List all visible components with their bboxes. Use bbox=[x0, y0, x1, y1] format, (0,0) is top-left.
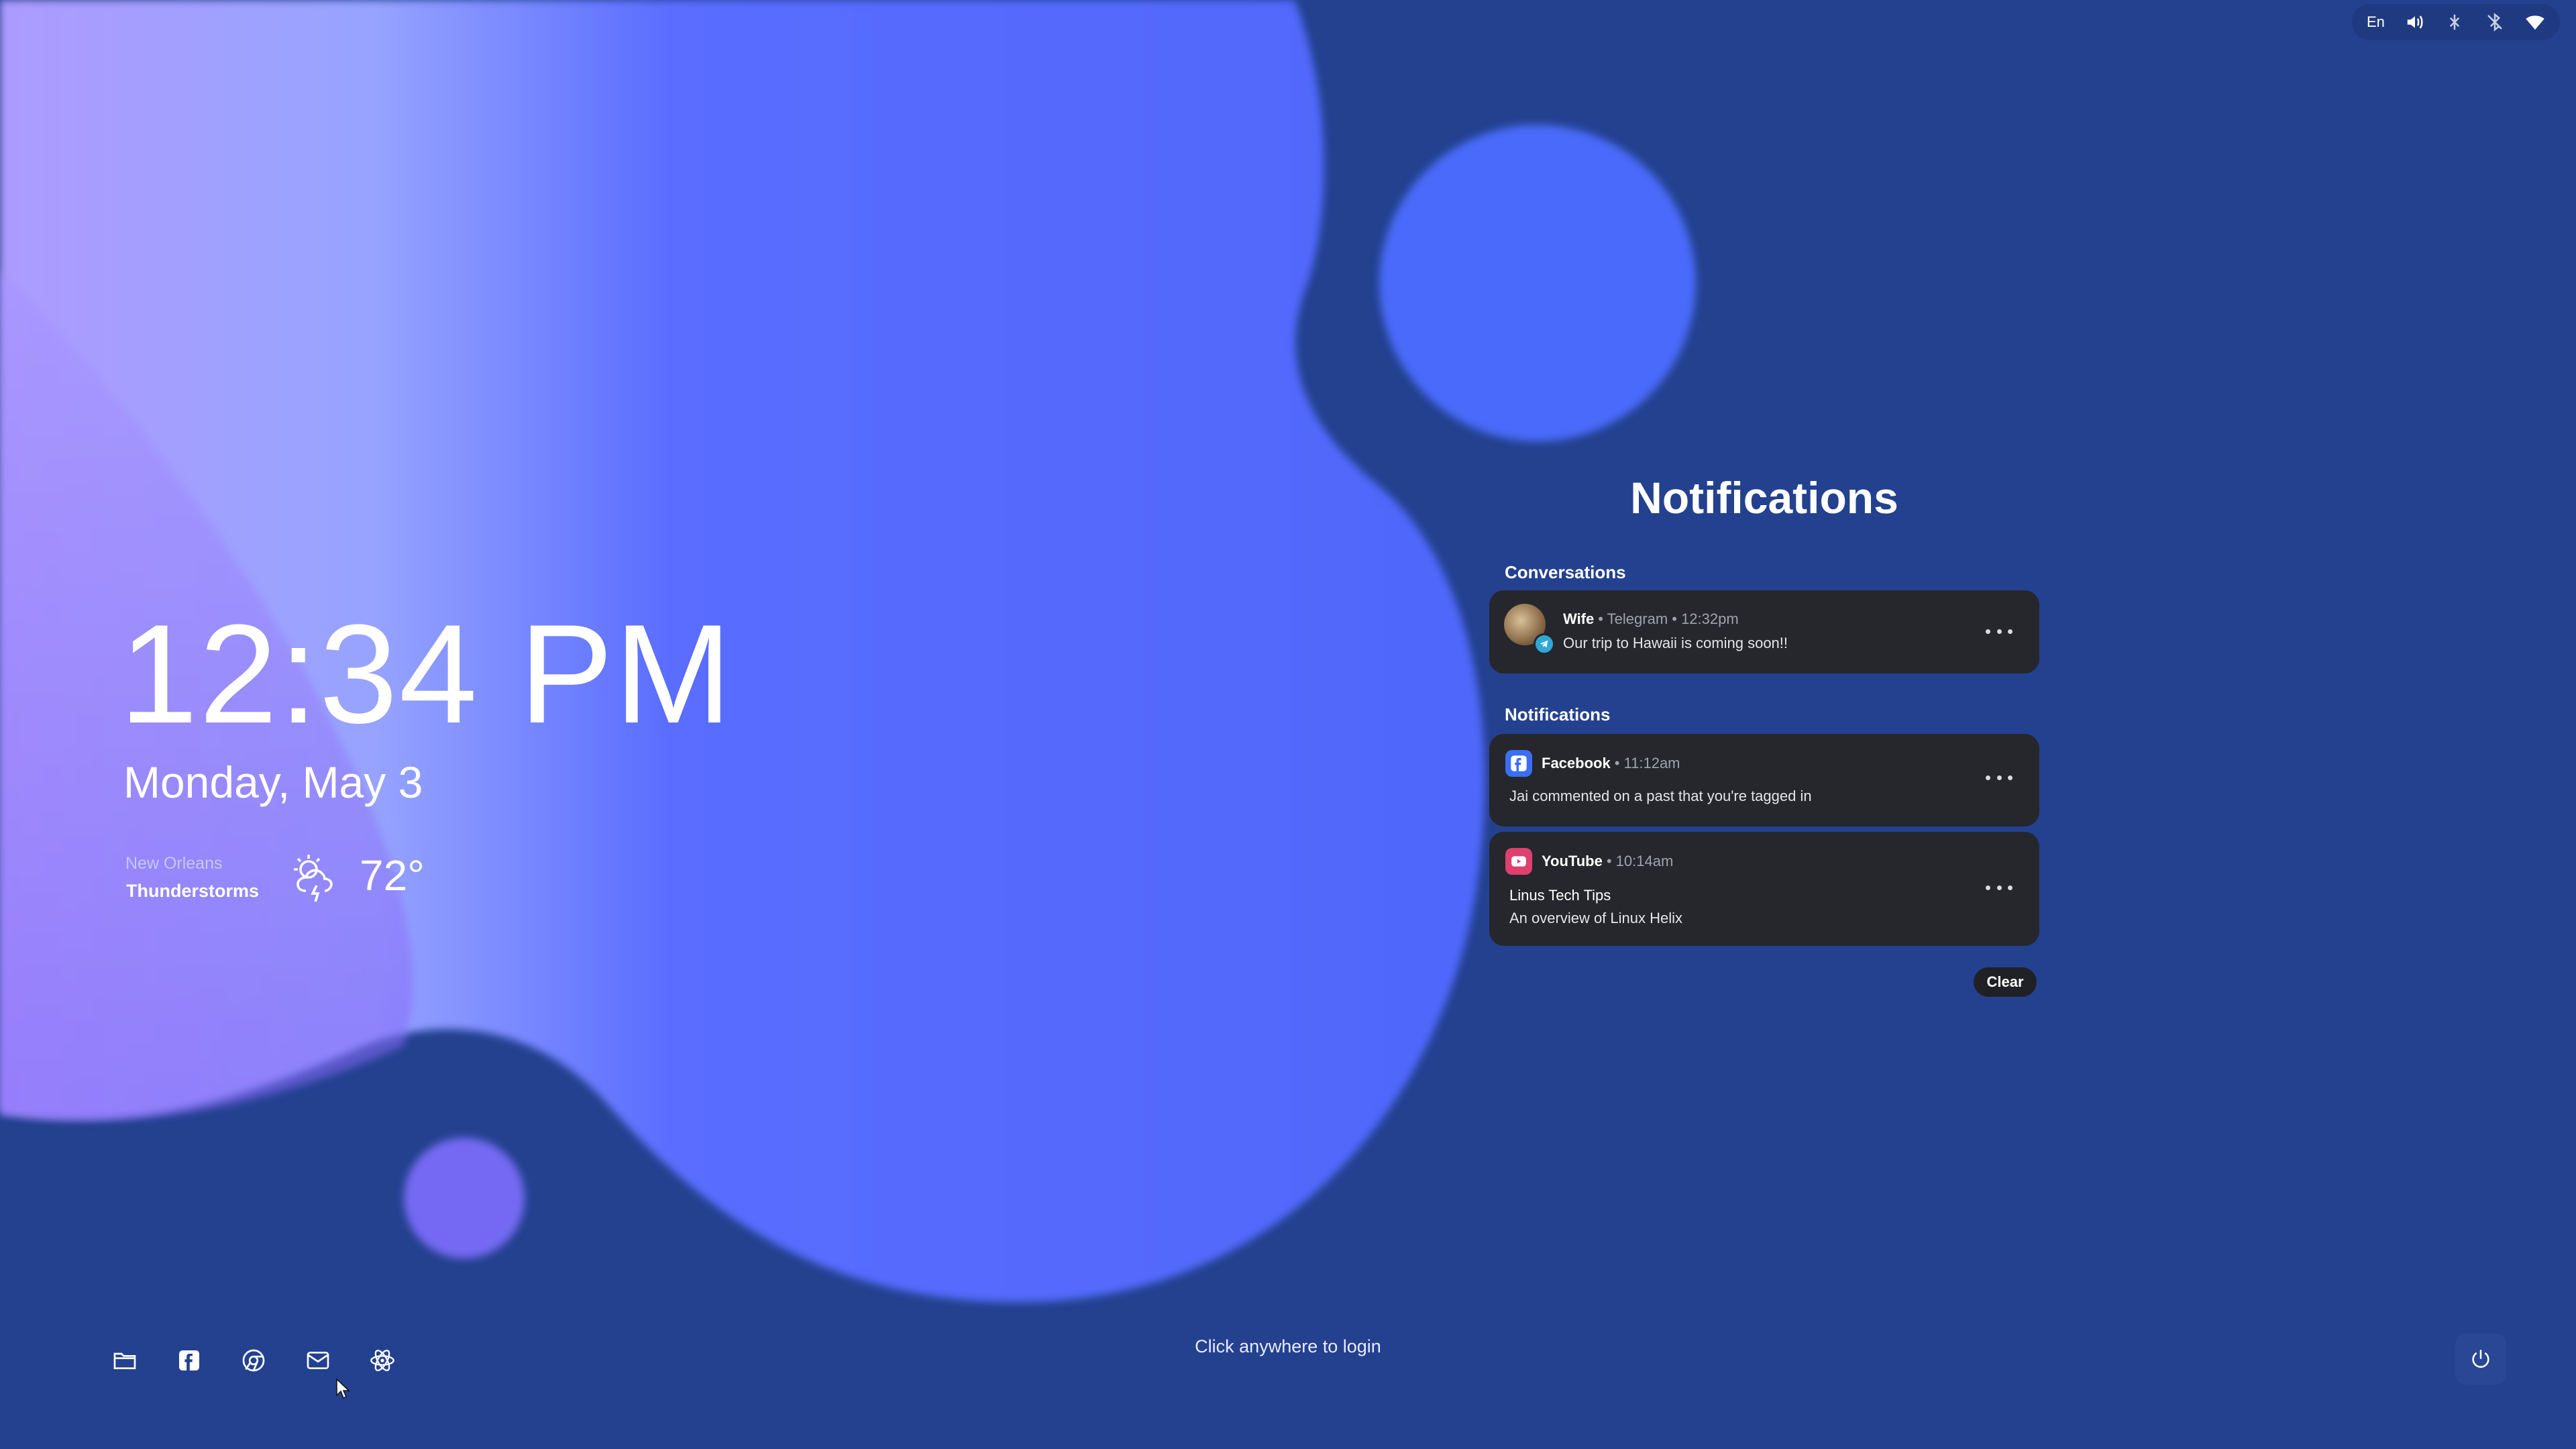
facebook-icon[interactable] bbox=[174, 1346, 204, 1375]
mouse-cursor-icon bbox=[336, 1378, 350, 1399]
power-button[interactable] bbox=[2455, 1334, 2506, 1385]
more-options-button[interactable] bbox=[1986, 885, 2012, 892]
notifications-section-label: Notifications bbox=[1505, 704, 1611, 724]
clock-date: Monday, May 3 bbox=[123, 757, 423, 807]
mail-icon[interactable] bbox=[303, 1346, 333, 1375]
notification-time: • 11:12am bbox=[1614, 755, 1680, 771]
more-options-button[interactable] bbox=[1986, 775, 2012, 782]
react-icon[interactable] bbox=[368, 1346, 397, 1375]
youtube-icon bbox=[1505, 848, 1532, 875]
folder-icon[interactable] bbox=[110, 1346, 140, 1375]
login-hint[interactable]: Click anywhere to login bbox=[1140, 1336, 1436, 1357]
conversation-meta: • Telegram • 12:32pm bbox=[1598, 610, 1739, 627]
thunderstorm-icon bbox=[294, 855, 333, 902]
notification-app-name: Facebook bbox=[1542, 755, 1611, 771]
system-tray: En bbox=[2352, 4, 2560, 40]
notification-title: Linus Tech Tips bbox=[1509, 887, 1611, 904]
telegram-icon bbox=[1534, 633, 1555, 655]
notification-app-name: YouTube bbox=[1542, 853, 1603, 869]
notification-message: Jai commented on a past that you're tagg… bbox=[1509, 788, 1812, 804]
more-options-button[interactable] bbox=[1986, 629, 2012, 636]
clock-time: 12:34 PM bbox=[119, 595, 733, 753]
notification-card-facebook[interactable]: Facebook • 11:12am Jai commented on a pa… bbox=[1489, 734, 2039, 826]
weather-temperature: 72° bbox=[360, 851, 425, 900]
conversation-message: Our trip to Hawaii is coming soon!! bbox=[1563, 635, 1788, 651]
clear-notifications-button[interactable]: Clear bbox=[1974, 967, 2037, 997]
browser-icon[interactable] bbox=[239, 1346, 268, 1375]
notification-header: YouTube • 10:14am bbox=[1505, 848, 1673, 875]
wifi-icon[interactable] bbox=[2525, 12, 2545, 32]
language-indicator[interactable]: En bbox=[2367, 13, 2385, 31]
notification-card-youtube[interactable]: YouTube • 10:14am Linus Tech Tips An ove… bbox=[1489, 832, 2039, 946]
network-off-icon[interactable] bbox=[2445, 12, 2465, 32]
conversations-label: Conversations bbox=[1505, 562, 1626, 582]
notifications-title: Notifications bbox=[1630, 473, 1898, 523]
conversation-card[interactable]: Wife • Telegram • 12:32pm Our trip to Ha… bbox=[1489, 590, 2039, 674]
power-icon bbox=[2472, 1349, 2489, 1368]
conversation-sender: Wife bbox=[1563, 610, 1595, 627]
bluetooth-off-icon[interactable] bbox=[2485, 12, 2505, 32]
weather-city: New Orleans bbox=[125, 854, 223, 873]
facebook-icon bbox=[1505, 750, 1532, 777]
weather-condition: Thunderstorms bbox=[126, 881, 260, 901]
notification-header: Facebook • 11:12am bbox=[1505, 750, 1680, 777]
notification-time: • 10:14am bbox=[1606, 853, 1674, 869]
volume-icon[interactable] bbox=[2405, 12, 2425, 32]
notification-message: An overview of Linux Helix bbox=[1509, 910, 1683, 926]
conversation-header: Wife • Telegram • 12:32pm bbox=[1563, 610, 1739, 628]
